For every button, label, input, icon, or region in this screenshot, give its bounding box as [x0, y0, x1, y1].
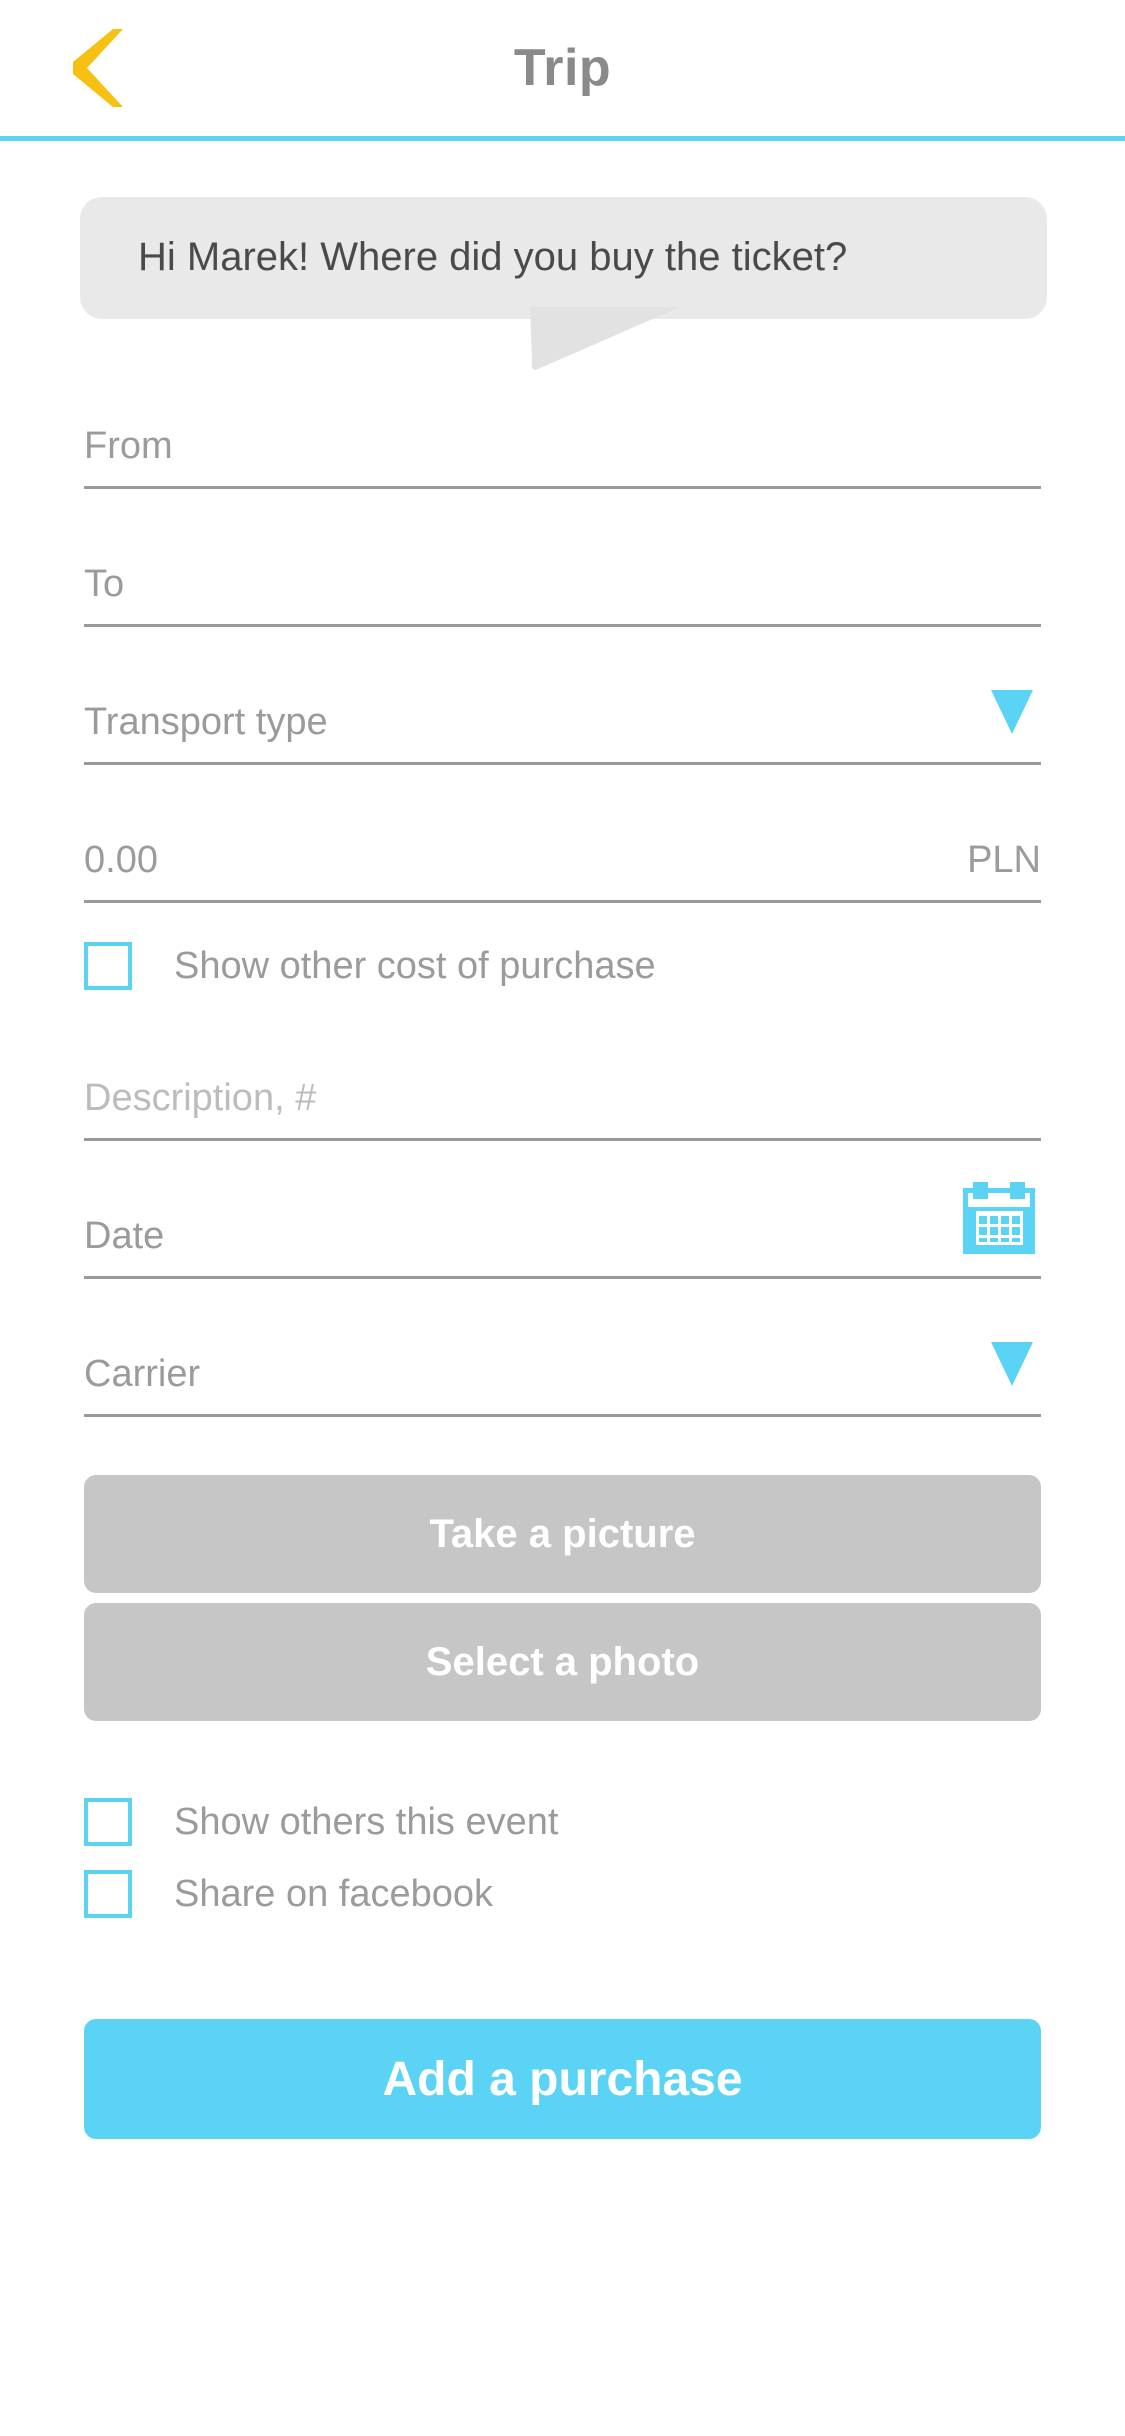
amount-placeholder: 0.00: [84, 839, 158, 881]
page-title: Trip: [513, 39, 612, 97]
to-placeholder: To: [84, 563, 125, 605]
app-header: Trip: [0, 0, 1125, 141]
form-body: Hi Marek! Where did you buy the ticket? …: [0, 197, 1125, 2139]
amount-field[interactable]: 0.00 PLN: [84, 795, 1041, 903]
other-cost-checkbox[interactable]: [84, 942, 132, 990]
assistant-bubble-body: Hi Marek! Where did you buy the ticket?: [80, 197, 1047, 319]
select-photo-button[interactable]: Select a photo: [84, 1603, 1041, 1721]
chevron-down-icon-carrier[interactable]: [991, 1342, 1033, 1386]
description-field[interactable]: Description, #: [84, 1033, 1041, 1141]
show-others-checkbox[interactable]: [84, 1798, 132, 1846]
share-facebook-checkbox[interactable]: [84, 1870, 132, 1918]
to-field[interactable]: To: [84, 519, 1041, 627]
transport-type-field[interactable]: Transport type: [84, 657, 1041, 765]
carrier-field[interactable]: Carrier: [84, 1309, 1041, 1417]
carrier-placeholder: Carrier: [84, 1353, 201, 1395]
calendar-icon[interactable]: [957, 1178, 1041, 1258]
add-purchase-button[interactable]: Add a purchase: [84, 2019, 1041, 2139]
date-field[interactable]: Date: [84, 1171, 1041, 1279]
show-others-checkbox-row[interactable]: Show others this event: [84, 1791, 1041, 1853]
assistant-message: Hi Marek! Where did you buy the ticket?: [138, 235, 848, 279]
from-field[interactable]: From: [84, 381, 1041, 489]
chevron-down-icon[interactable]: [991, 690, 1033, 734]
other-cost-label: Show other cost of purchase: [174, 944, 656, 987]
chevron-left-icon: [67, 29, 123, 107]
share-facebook-checkbox-row[interactable]: Share on facebook: [84, 1863, 1041, 1925]
transport-type-placeholder: Transport type: [84, 701, 328, 743]
description-placeholder: Description, #: [84, 1077, 317, 1119]
trip-purchase-screen: Trip Hi Marek! Where did you buy the tic…: [0, 0, 1125, 2436]
assistant-bubble: Hi Marek! Where did you buy the ticket?: [80, 197, 1047, 370]
take-picture-button[interactable]: Take a picture: [84, 1475, 1041, 1593]
share-facebook-label: Share on facebook: [174, 1872, 494, 1915]
date-placeholder: Date: [84, 1215, 165, 1257]
back-button[interactable]: [60, 28, 130, 108]
currency-label: PLN: [967, 839, 1041, 881]
other-cost-checkbox-row[interactable]: Show other cost of purchase: [84, 929, 1041, 1003]
from-placeholder: From: [84, 425, 173, 467]
show-others-label: Show others this event: [174, 1800, 559, 1843]
